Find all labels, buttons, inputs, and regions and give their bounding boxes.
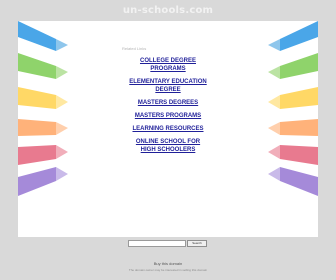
link-masters-degrees[interactable]: MASTERS DEGREES	[18, 99, 318, 107]
search-bar: Search	[0, 240, 336, 250]
search-input[interactable]	[128, 240, 186, 247]
link-line2: DEGREE	[155, 87, 181, 93]
search-button[interactable]: Search	[187, 240, 207, 247]
link-line1: COLLEGE DEGREE	[139, 58, 196, 64]
related-links-list: COLLEGE DEGREE PROGRAMS ELEMENTARY EDUCA…	[18, 57, 318, 154]
link-line1: ONLINE SCHOOL FOR	[135, 139, 201, 145]
link-college-degree-programs[interactable]: COLLEGE DEGREE PROGRAMS	[18, 57, 318, 73]
link-line1: MASTERS PROGRAMS	[134, 113, 202, 119]
link-elementary-education-degree[interactable]: ELEMENTARY EDUCATION DEGREE	[18, 78, 318, 94]
link-line2: HIGH SCHOOLERS	[140, 147, 196, 153]
link-learning-resources[interactable]: LEARNING RESOURCES	[18, 125, 318, 133]
link-line2: PROGRAMS	[150, 66, 186, 72]
link-online-school-high-schoolers[interactable]: ONLINE SCHOOL FOR HIGH SCHOOLERS	[18, 138, 318, 154]
right-arrow-purple	[280, 167, 318, 196]
link-line1: ELEMENTARY EDUCATION	[129, 79, 207, 85]
left-arrow-purple	[18, 167, 56, 196]
link-line1: MASTERS DEGREES	[137, 100, 199, 106]
link-masters-programs[interactable]: MASTERS PROGRAMS	[18, 112, 318, 120]
footer-note: The domain owner may be interested in se…	[128, 268, 208, 272]
domain-title: un-schools.com	[122, 5, 214, 16]
buy-domain-link[interactable]: Buy this domain	[0, 261, 336, 266]
parked-page-panel: Related Links COLLEGE DEGREE PROGRAMS EL…	[18, 21, 318, 237]
related-links-label: Related Links	[122, 46, 147, 51]
left-arrow-blue	[18, 21, 56, 51]
link-line1: LEARNING RESOURCES	[132, 126, 204, 132]
right-arrow-blue	[280, 21, 318, 51]
